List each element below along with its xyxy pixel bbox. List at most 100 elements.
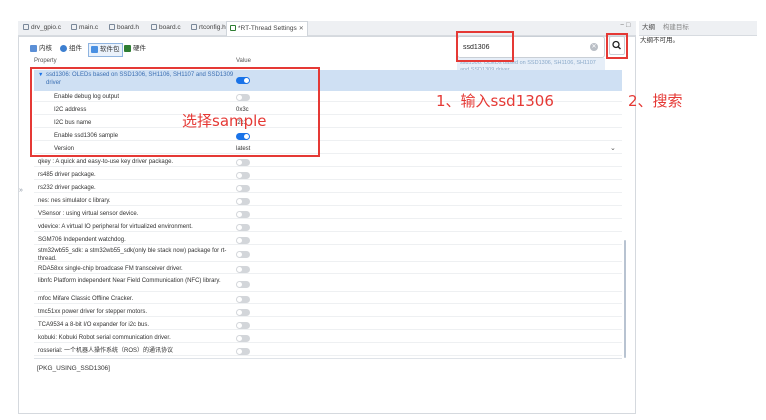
tab-label: board.h	[117, 24, 140, 31]
toolbar-label: 组件	[69, 45, 82, 52]
package-toggle[interactable]	[236, 159, 250, 166]
package-list-row[interactable]: nes: nes simulator c library.	[34, 196, 622, 206]
tab-drv-gpio[interactable]: drv_gpio.c	[20, 21, 61, 35]
hardware-icon	[124, 44, 131, 52]
tab-label: board.c	[159, 24, 181, 31]
row-divider	[34, 205, 622, 206]
package-label: vdevice: A virtual IO peripheral for vir…	[38, 224, 193, 230]
toolbar-packages[interactable]: 软件包	[88, 43, 123, 57]
package-toggle[interactable]	[236, 266, 250, 273]
collapse-panel-icon[interactable]: »	[19, 187, 23, 194]
value-column-header: Value	[236, 58, 251, 64]
package-toggle[interactable]	[236, 211, 250, 218]
package-toggle[interactable]	[236, 198, 250, 205]
tab-label: *RT-Thread Settings	[238, 25, 297, 32]
close-icon[interactable]: ✕	[299, 26, 304, 32]
tab-board-c[interactable]: board.c	[148, 21, 181, 35]
package-label: mfoc Mifare Classic Offline Cracker.	[38, 296, 134, 302]
tab-label: drv_gpio.c	[31, 24, 61, 31]
annotation-box-package	[30, 67, 320, 157]
annotation-select-sample: 选择sample	[182, 112, 267, 130]
clear-icon[interactable]: ✕	[590, 43, 598, 51]
components-icon	[60, 44, 67, 52]
build-target-tab[interactable]: 构建目标	[663, 24, 689, 31]
vertical-scrollbar[interactable]	[624, 240, 626, 358]
package-list-row[interactable]: RDA58xx single-chip broadcase FM transce…	[34, 264, 622, 274]
row-divider	[34, 166, 622, 167]
package-label: tmc51xx power driver for stepper motors.	[38, 309, 148, 315]
row-divider	[34, 273, 622, 274]
row-divider	[34, 192, 622, 193]
toolbar-components[interactable]: 组件	[60, 43, 82, 55]
package-label: rs485 driver package.	[38, 172, 96, 178]
package-list-row[interactable]: rs485 driver package.	[34, 170, 622, 180]
package-toggle[interactable]	[236, 296, 250, 303]
package-label: RDA58xx single-chip broadcase FM transce…	[38, 266, 183, 272]
package-toggle[interactable]	[236, 281, 250, 288]
package-list-row[interactable]: VSensor : using virtual sensor device.	[34, 209, 622, 219]
c-file-icon	[23, 24, 29, 31]
package-list-row[interactable]: SGM706 Independent watchdog.	[34, 235, 622, 245]
package-list-row[interactable]: tmc51xx power driver for stepper motors.	[34, 307, 622, 317]
h-file-icon	[191, 24, 197, 31]
toolbar-label: 软件包	[100, 46, 120, 53]
settings-icon	[230, 25, 236, 32]
editor-tab-bar: drv_gpio.c main.c board.h board.c rtconf…	[18, 21, 636, 36]
row-divider	[34, 231, 622, 232]
toolbar-hardware[interactable]: 硬件	[124, 43, 146, 55]
package-list-row[interactable]: rs232 driver package.	[34, 183, 622, 193]
package-label: qkey : A quick and easy-to-use key drive…	[38, 159, 174, 165]
tab-label: main.c	[79, 24, 99, 31]
toolbar-label: 硬件	[133, 45, 146, 52]
property-column-header: Property	[34, 58, 57, 64]
package-toggle[interactable]	[236, 309, 250, 316]
package-list-row[interactable]: rosserial: 一个机器人操作系统（ROS）的通讯协议	[34, 346, 622, 356]
package-toggle[interactable]	[236, 224, 250, 231]
tab-board-h[interactable]: board.h	[106, 21, 139, 35]
package-toggle[interactable]	[236, 335, 250, 342]
package-toggle[interactable]	[236, 172, 250, 179]
outline-tab[interactable]: 大纲	[642, 24, 655, 31]
row-divider	[34, 316, 622, 317]
annotation-step1: 1、输入ssd1306	[436, 92, 554, 110]
window-controls[interactable]: − □	[620, 22, 630, 29]
package-list-row[interactable]: kobuki: Kobuki Robot serial communicatio…	[34, 333, 622, 343]
package-label: TCA9534 a 8-bit I/O expander for i2c bus…	[38, 322, 150, 328]
tab-rtconfig[interactable]: rtconfig.h	[188, 21, 226, 35]
package-list-row[interactable]: vdevice: A virtual IO peripheral for vir…	[34, 222, 622, 232]
package-list-row[interactable]: libnfc Platform independent Near Field C…	[34, 276, 622, 292]
row-divider	[34, 355, 622, 356]
toolbar-kernel[interactable]: 内核	[30, 43, 52, 55]
row-divider	[34, 244, 622, 245]
package-label: VSensor : using virtual sensor device.	[38, 211, 139, 217]
package-label: rs232 driver package.	[38, 185, 96, 191]
row-divider	[34, 179, 622, 180]
row-divider	[34, 342, 622, 343]
package-toggle[interactable]	[236, 322, 250, 329]
package-list-row[interactable]: mfoc Mifare Classic Offline Cracker.	[34, 294, 622, 304]
row-divider	[34, 291, 622, 292]
package-list-row[interactable]: qkey : A quick and easy-to-use key drive…	[34, 157, 622, 167]
tab-label: rtconfig.h	[199, 24, 226, 31]
config-macro-name: [PKG_USING_SSD1306]	[37, 365, 110, 372]
row-divider	[34, 218, 622, 219]
package-list-row[interactable]: stm32wb55_sdk: a stm32wb55_sdk(only ble …	[34, 246, 622, 262]
outline-unavailable-text: 大纲不可用。	[640, 37, 679, 44]
package-label: kobuki: Kobuki Robot serial communicatio…	[38, 335, 171, 341]
row-divider	[34, 261, 622, 262]
package-toggle[interactable]	[236, 348, 250, 355]
package-list-row[interactable]: TCA9534 a 8-bit I/O expander for i2c bus…	[34, 320, 622, 330]
package-label: rosserial: 一个机器人操作系统（ROS）的通讯协议	[38, 348, 174, 354]
c-file-icon	[151, 24, 157, 31]
tab-main[interactable]: main.c	[68, 21, 98, 35]
package-toggle[interactable]	[236, 251, 250, 258]
annotation-box-search-button	[606, 33, 628, 59]
package-label: libnfc Platform independent Near Field C…	[38, 278, 221, 284]
annotation-step2: 2、搜索	[628, 92, 683, 110]
row-divider	[34, 329, 622, 330]
description-panel: [PKG_USING_SSD1306]	[34, 358, 622, 408]
tab-rt-thread-settings[interactable]: *RT-Thread Settings ✕	[226, 21, 308, 36]
package-toggle[interactable]	[236, 185, 250, 192]
package-toggle[interactable]	[236, 237, 250, 244]
chevron-down-icon[interactable]: ⌄	[610, 144, 616, 152]
